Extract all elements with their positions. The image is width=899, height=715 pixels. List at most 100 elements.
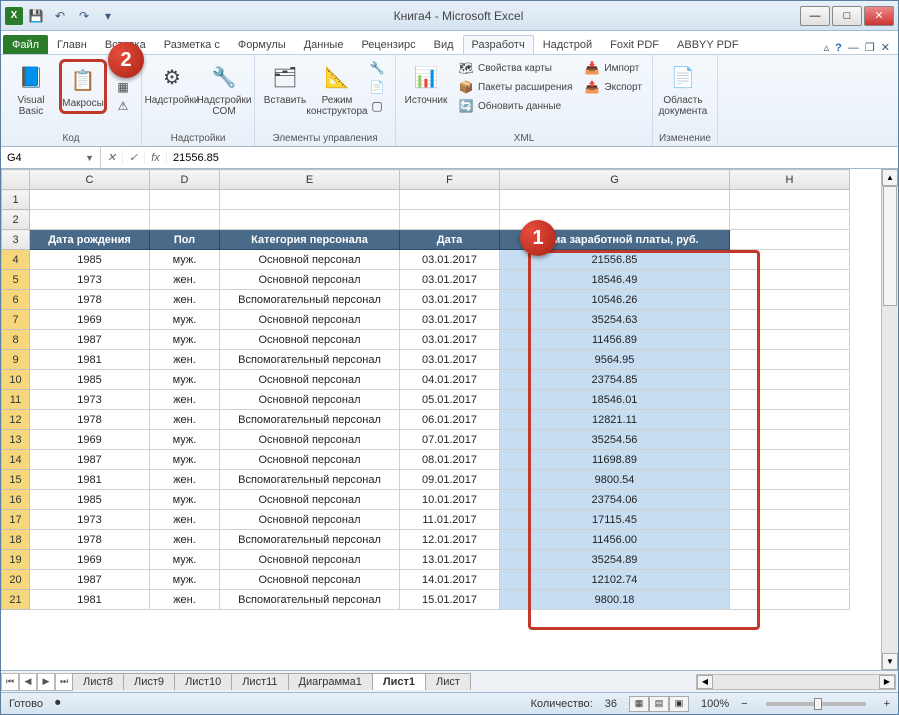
cell[interactable]: [730, 530, 850, 550]
cell-selected[interactable]: 9564.95: [500, 350, 730, 370]
cell[interactable]: 1987: [30, 570, 150, 590]
cell[interactable]: [730, 430, 850, 450]
cell[interactable]: 14.01.2017: [400, 570, 500, 590]
cell[interactable]: Основной персонал: [220, 490, 400, 510]
cell[interactable]: муж.: [150, 490, 220, 510]
row-header[interactable]: 12: [2, 410, 30, 430]
row-header[interactable]: 15: [2, 470, 30, 490]
sheet-tab[interactable]: Диаграмма1: [288, 673, 373, 690]
com-addins-button[interactable]: 🔧 Надстройки COM: [200, 59, 248, 119]
cell[interactable]: муж.: [150, 370, 220, 390]
cell[interactable]: муж.: [150, 450, 220, 470]
maximize-button[interactable]: □: [832, 6, 862, 26]
cell[interactable]: 1969: [30, 430, 150, 450]
zoom-slider[interactable]: [766, 702, 866, 706]
qat-redo-icon[interactable]: ↷: [73, 5, 95, 27]
cell[interactable]: Вспомогательный персонал: [220, 350, 400, 370]
map-props-button[interactable]: 🗺Свойства карты: [454, 59, 576, 77]
cell[interactable]: [730, 370, 850, 390]
tab-data[interactable]: Данные: [295, 35, 353, 54]
vscroll-thumb[interactable]: [883, 186, 897, 306]
fx-icon[interactable]: fx: [145, 152, 167, 164]
doc-minimize-icon[interactable]: —: [848, 42, 859, 54]
cell[interactable]: 1978: [30, 290, 150, 310]
col-header-E[interactable]: E: [220, 170, 400, 190]
qat-undo-icon[interactable]: ↶: [49, 5, 71, 27]
row-header[interactable]: 11: [2, 390, 30, 410]
row-header[interactable]: 18: [2, 530, 30, 550]
cell[interactable]: [730, 290, 850, 310]
sheet-nav-prev-icon[interactable]: ◀: [19, 673, 37, 691]
row-header[interactable]: 3: [2, 230, 30, 250]
cell[interactable]: 03.01.2017: [400, 350, 500, 370]
row-header[interactable]: 6: [2, 290, 30, 310]
cell-selected[interactable]: 35254.63: [500, 310, 730, 330]
tab-file[interactable]: Файл: [3, 35, 48, 54]
cell-selected[interactable]: 9800.54: [500, 470, 730, 490]
ribbon-minimize-icon[interactable]: ▵: [824, 41, 830, 54]
cell-selected[interactable]: 35254.56: [500, 430, 730, 450]
cell[interactable]: Основной персонал: [220, 510, 400, 530]
cell[interactable]: жен.: [150, 390, 220, 410]
sheet-tab[interactable]: Лист: [425, 673, 471, 690]
row-header[interactable]: 1: [2, 190, 30, 210]
help-icon[interactable]: ?: [835, 42, 842, 54]
tab-home[interactable]: Главн: [48, 35, 96, 54]
row-header[interactable]: 10: [2, 370, 30, 390]
cell[interactable]: 13.01.2017: [400, 550, 500, 570]
row-header[interactable]: 8: [2, 330, 30, 350]
row-header[interactable]: 19: [2, 550, 30, 570]
sheet-tab[interactable]: Лист1: [372, 673, 426, 690]
view-layout-icon[interactable]: ▤: [649, 696, 669, 712]
sheet-tab[interactable]: Лист8: [72, 673, 124, 690]
cell[interactable]: 1978: [30, 410, 150, 430]
cell[interactable]: муж.: [150, 250, 220, 270]
cell-selected[interactable]: 23754.06: [500, 490, 730, 510]
cell[interactable]: Основной персонал: [220, 390, 400, 410]
scroll-right-icon[interactable]: ▶: [879, 675, 895, 689]
cell-selected[interactable]: 35254.89: [500, 550, 730, 570]
sheet-tab[interactable]: Лист11: [231, 673, 288, 690]
table-header-cell[interactable]: Дата рождения: [30, 230, 150, 250]
scroll-up-icon[interactable]: ▲: [882, 169, 898, 186]
row-header[interactable]: 5: [2, 270, 30, 290]
row-header[interactable]: 4: [2, 250, 30, 270]
tab-addins[interactable]: Надстрой: [534, 35, 601, 54]
cell[interactable]: 1981: [30, 470, 150, 490]
cell[interactable]: жен.: [150, 530, 220, 550]
cell[interactable]: 1981: [30, 590, 150, 610]
cell[interactable]: [730, 350, 850, 370]
cell[interactable]: 03.01.2017: [400, 330, 500, 350]
cell[interactable]: [730, 310, 850, 330]
view-normal-icon[interactable]: ▦: [629, 696, 649, 712]
cell[interactable]: [730, 590, 850, 610]
formula-input[interactable]: [167, 152, 898, 164]
cell[interactable]: 1973: [30, 510, 150, 530]
qat-dropdown-icon[interactable]: ▾: [97, 5, 119, 27]
cell[interactable]: [730, 510, 850, 530]
exp-packs-button[interactable]: 📦Пакеты расширения: [454, 78, 576, 96]
cell[interactable]: Вспомогательный персонал: [220, 290, 400, 310]
cell[interactable]: 1987: [30, 330, 150, 350]
cell[interactable]: Вспомогательный персонал: [220, 530, 400, 550]
cell[interactable]: жен.: [150, 410, 220, 430]
design-mode-button[interactable]: 📐 Режим конструктора: [313, 59, 361, 119]
cell[interactable]: [730, 450, 850, 470]
col-header-H[interactable]: H: [730, 170, 850, 190]
record-macro-status-icon[interactable]: ⏺: [55, 697, 61, 710]
col-header-G[interactable]: G: [500, 170, 730, 190]
cell[interactable]: 1981: [30, 350, 150, 370]
cell[interactable]: жен.: [150, 290, 220, 310]
table-header-cell[interactable]: Категория персонала: [220, 230, 400, 250]
cell[interactable]: 03.01.2017: [400, 270, 500, 290]
enter-formula-icon[interactable]: ✓: [123, 151, 145, 164]
cell[interactable]: 05.01.2017: [400, 390, 500, 410]
cell[interactable]: Вспомогательный персонал: [220, 590, 400, 610]
cell[interactable]: Вспомогательный персонал: [220, 410, 400, 430]
sheet-nav-last-icon[interactable]: ⏭: [55, 673, 73, 691]
row-header[interactable]: 9: [2, 350, 30, 370]
cell[interactable]: 07.01.2017: [400, 430, 500, 450]
cell[interactable]: муж.: [150, 430, 220, 450]
scroll-left-icon[interactable]: ◀: [697, 675, 713, 689]
cell[interactable]: 1985: [30, 370, 150, 390]
